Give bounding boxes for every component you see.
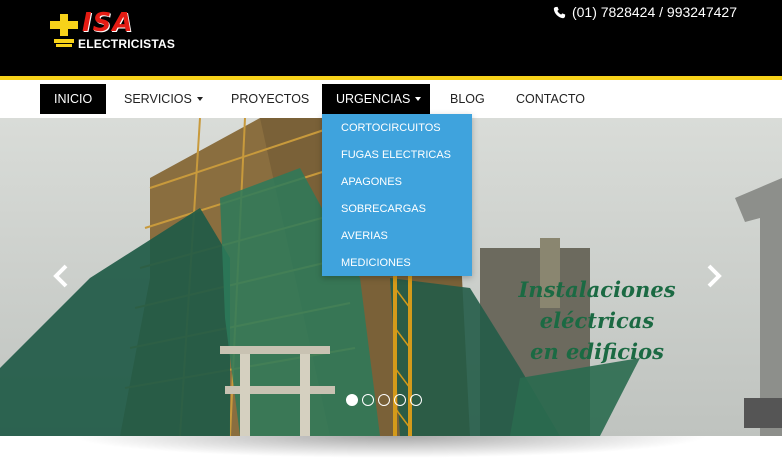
slide-indicator-2[interactable] xyxy=(362,394,374,406)
phone-number: (01) 7828424 / 993247427 xyxy=(571,4,737,20)
dropdown-item-fugas-electricas[interactable]: FUGAS ELECTRICAS xyxy=(341,149,451,161)
brand-name: ISA xyxy=(82,8,134,38)
dropdown-item-apagones[interactable]: APAGONES xyxy=(341,176,402,188)
dropdown-item-sobrecargas[interactable]: SOBRECARGAS xyxy=(341,203,426,215)
site-logo[interactable]: ISA ELECTRICISTAS xyxy=(50,8,180,52)
slide-indicator-1[interactable] xyxy=(346,394,358,406)
site-header: ISA ELECTRICISTAS (01) 7828424 / 9932474… xyxy=(0,0,782,76)
nav-item-servicios[interactable]: SERVICIOS xyxy=(110,84,217,114)
slide-title-line-2: en edificios xyxy=(530,339,664,364)
slider-shadow xyxy=(70,436,710,458)
urgencias-dropdown-menu: CORTOCIRCUITOS FUGAS ELECTRICAS APAGONES… xyxy=(322,114,472,276)
dropdown-item-cortocircuitos[interactable]: CORTOCIRCUITOS xyxy=(341,122,441,134)
brand-subtitle: ELECTRICISTAS xyxy=(78,37,176,51)
slide-title: Instalaciones eléctricas en edificios xyxy=(462,274,732,367)
slide-title-line-1: Instalaciones eléctricas xyxy=(518,277,676,333)
plus-minus-logo-icon xyxy=(50,14,78,47)
nav-item-proyectos[interactable]: PROYECTOS xyxy=(217,84,323,114)
header-phone[interactable]: (01) 7828424 / 993247427 xyxy=(553,4,737,20)
phone-icon xyxy=(553,6,566,18)
nav-item-urgencias[interactable]: URGENCIAS xyxy=(322,84,430,114)
nav-item-blog[interactable]: BLOG xyxy=(436,84,499,114)
slide-indicator-4[interactable] xyxy=(394,394,406,406)
slide-indicator-5[interactable] xyxy=(410,394,422,406)
main-nav: INICIO SERVICIOS PROYECTOS URGENCIAS BLO… xyxy=(0,80,782,118)
slide-indicator-3[interactable] xyxy=(378,394,390,406)
dropdown-item-averias[interactable]: AVERIAS xyxy=(341,230,388,242)
chevron-left-icon[interactable] xyxy=(52,262,70,290)
nav-item-contacto[interactable]: CONTACTO xyxy=(502,84,599,114)
caret-down-icon xyxy=(196,97,203,101)
below-slider-area xyxy=(0,436,782,476)
dropdown-item-mediciones[interactable]: MEDICIONES xyxy=(341,257,411,269)
caret-down-icon xyxy=(415,97,422,101)
nav-item-inicio[interactable]: INICIO xyxy=(40,84,107,114)
chevron-right-icon[interactable] xyxy=(705,262,723,290)
slider-indicators xyxy=(346,394,422,406)
